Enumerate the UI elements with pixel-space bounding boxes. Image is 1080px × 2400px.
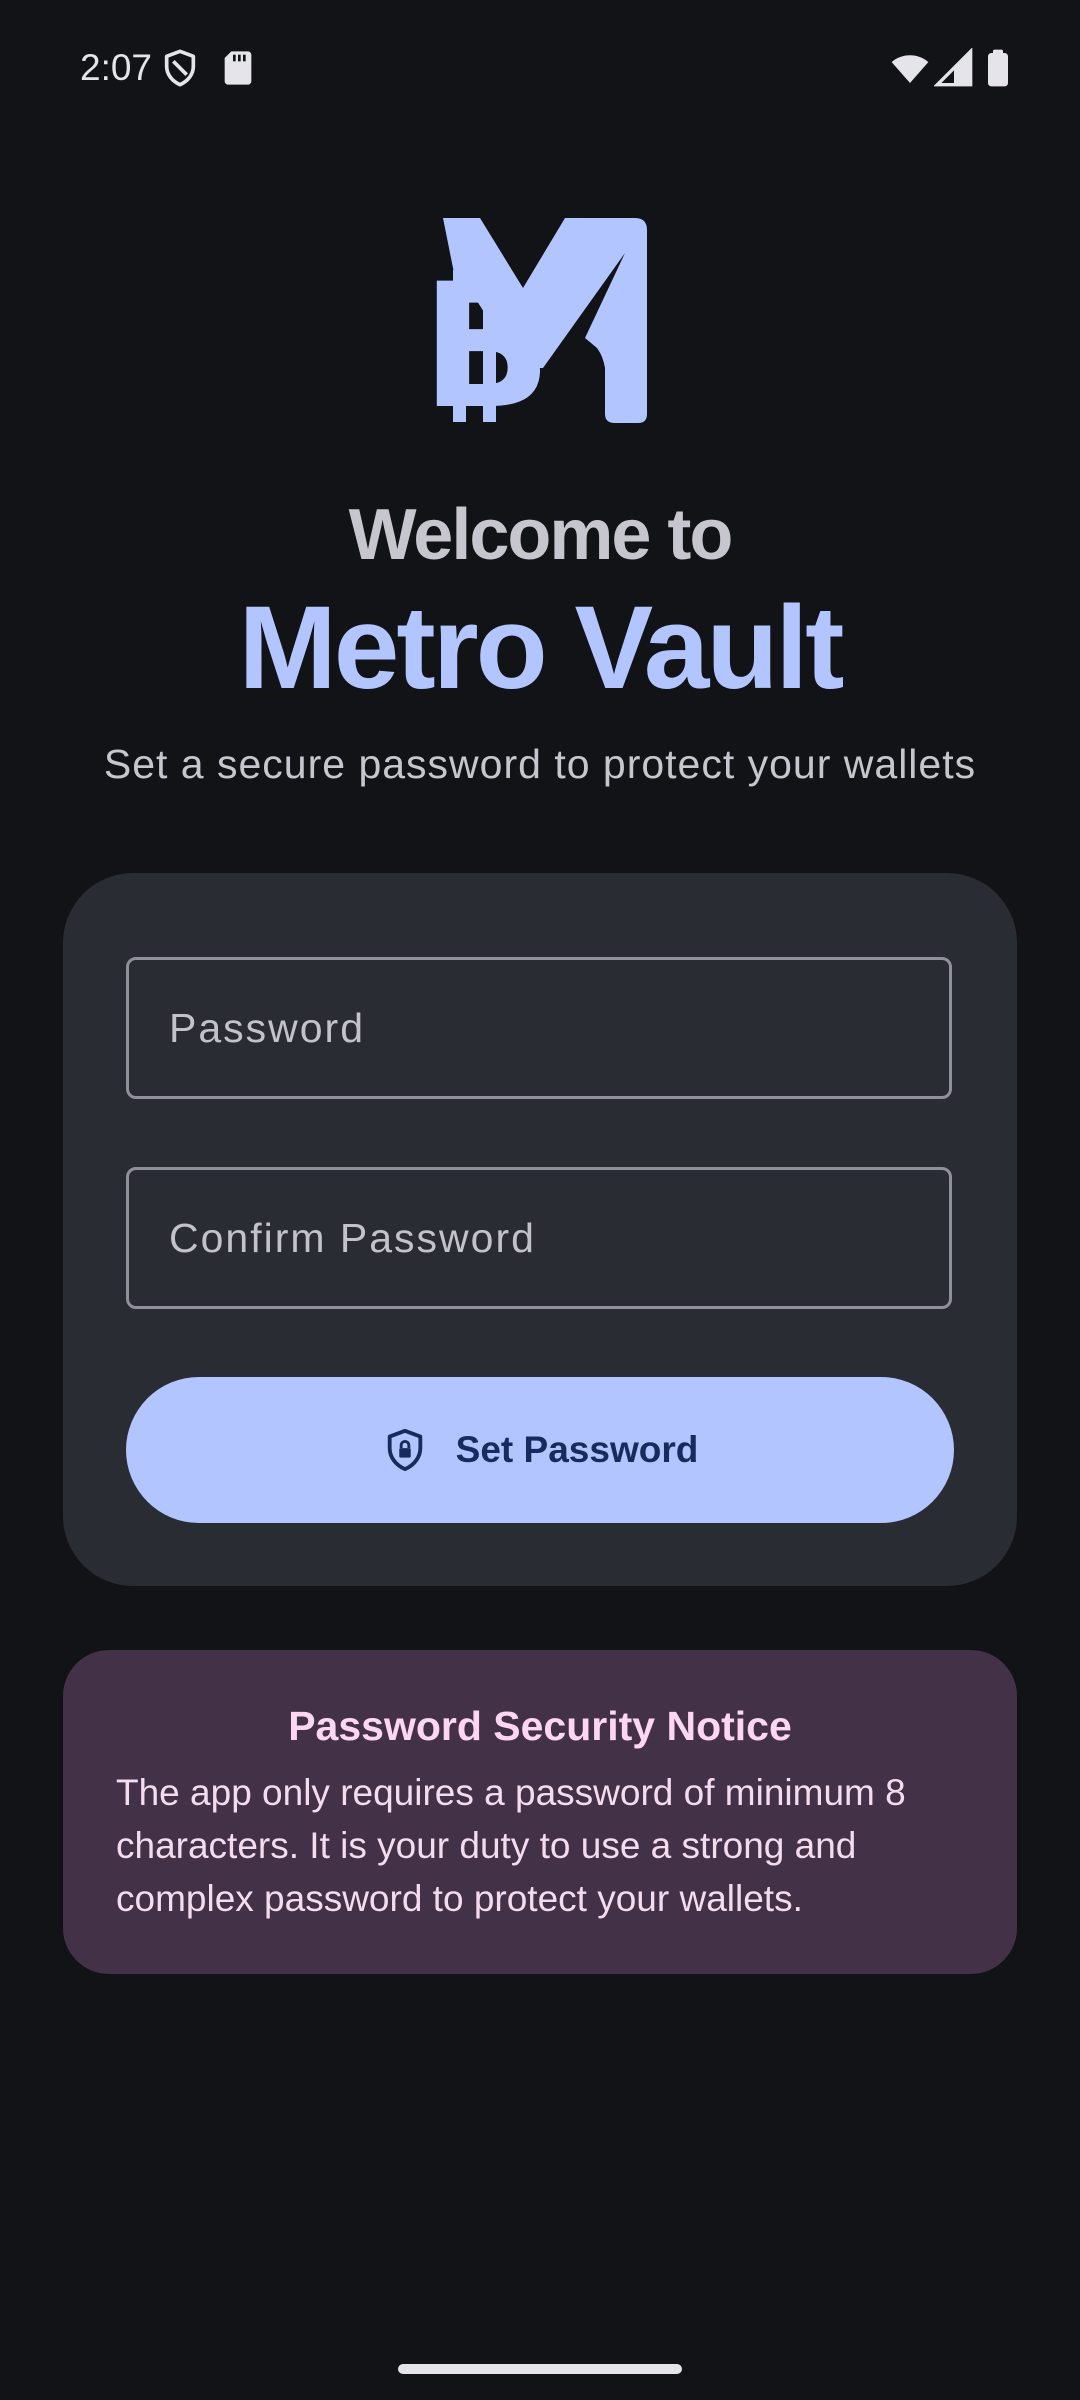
status-bar: 2:07 — [0, 0, 1080, 136]
metro-vault-logo-icon: B — [425, 218, 647, 423]
set-password-button[interactable]: Set Password — [126, 1377, 954, 1523]
shield-icon — [164, 49, 196, 87]
subtitle: Set a secure password to protect your wa… — [103, 741, 977, 787]
wifi-icon — [891, 55, 929, 83]
confirm-password-input[interactable] — [129, 1170, 949, 1306]
notice-title: Password Security Notice — [288, 1703, 792, 1749]
cell-signal-icon — [934, 48, 973, 87]
password-field[interactable] — [126, 957, 952, 1099]
security-notice-card: Password Security Notice The app only re… — [63, 1650, 1017, 1974]
shield-lock-icon — [387, 1428, 422, 1472]
gesture-navigation-bar[interactable] — [398, 2364, 682, 2374]
battery-icon — [988, 49, 1008, 87]
sd-card-icon — [224, 51, 252, 85]
welcome-text: Welcome to — [348, 495, 734, 575]
set-password-label: Set Password — [455, 1429, 699, 1470]
password-input[interactable] — [129, 960, 949, 1096]
status-time: 2:07 — [80, 47, 153, 88]
notice-body: The app only requires a password of mini… — [116, 1772, 906, 1919]
app-name: Metro Vault — [238, 582, 845, 714]
confirm-password-field[interactable] — [126, 1167, 952, 1309]
setup-password-screen: 2:07 B Welcome to Metro Vault Set a secu… — [0, 0, 1080, 2400]
